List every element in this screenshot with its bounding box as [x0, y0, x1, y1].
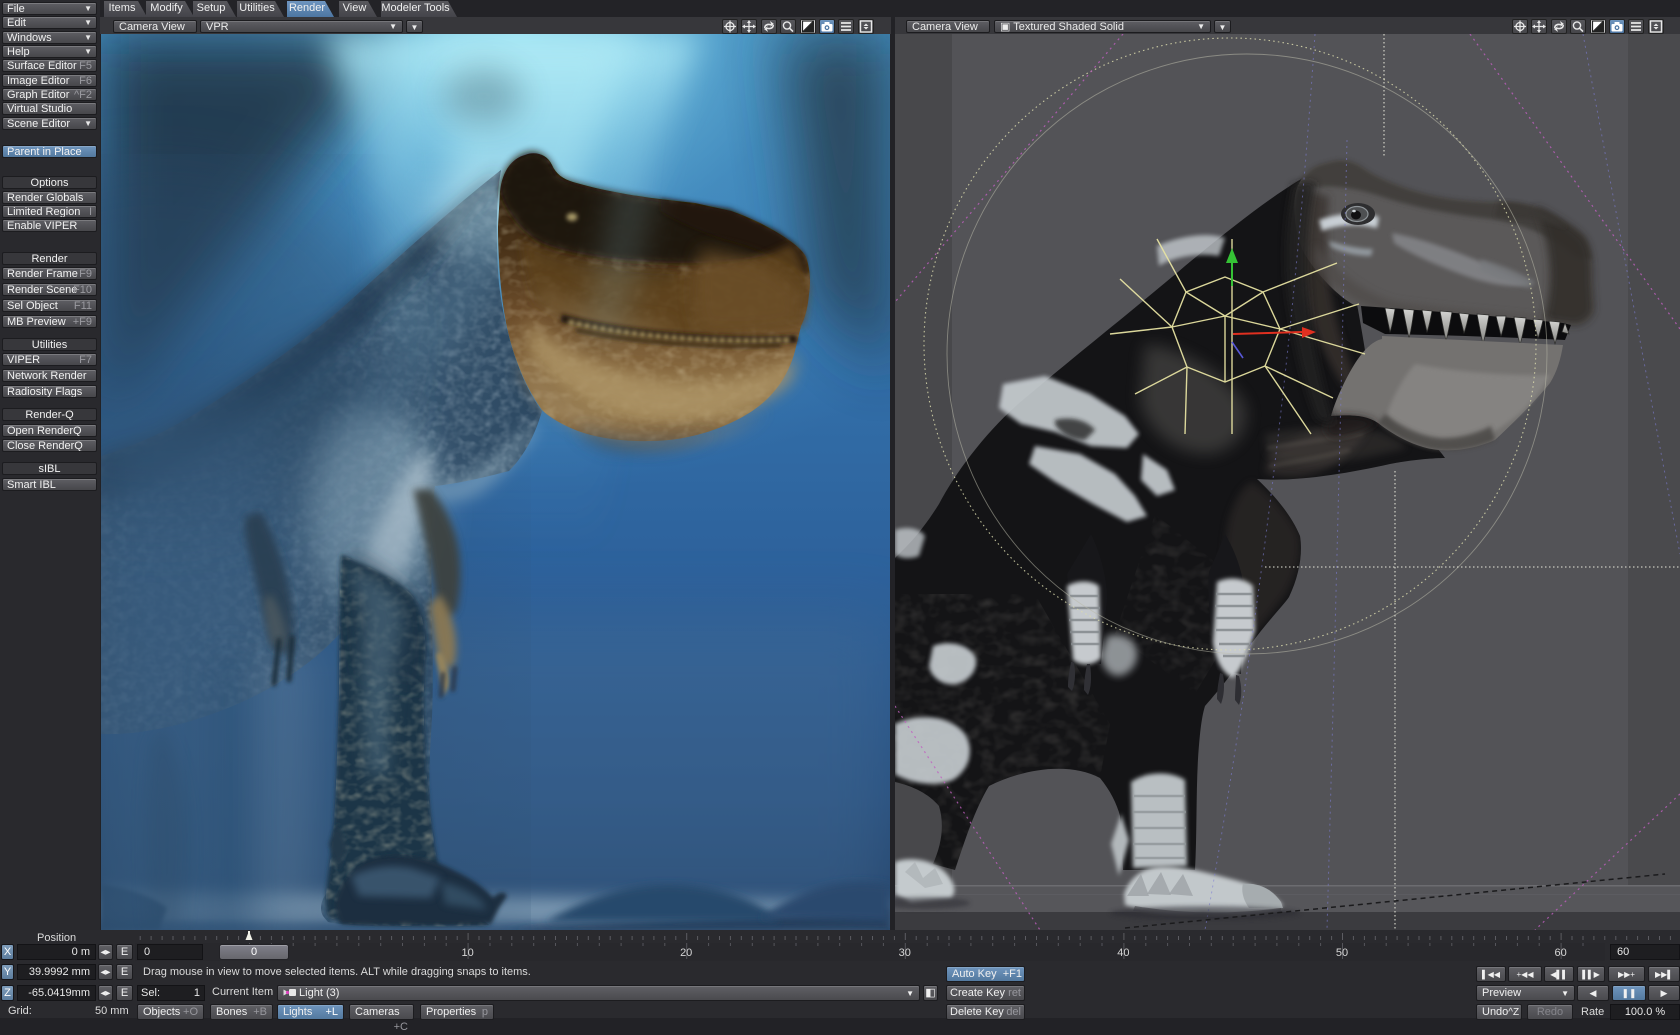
svg-text:50: 50: [1336, 947, 1348, 959]
svg-text:20: 20: [680, 947, 692, 959]
svg-text:30: 30: [899, 947, 911, 959]
svg-text:10: 10: [461, 947, 473, 959]
svg-text:40: 40: [1117, 947, 1129, 959]
svg-text:60: 60: [1554, 947, 1566, 959]
